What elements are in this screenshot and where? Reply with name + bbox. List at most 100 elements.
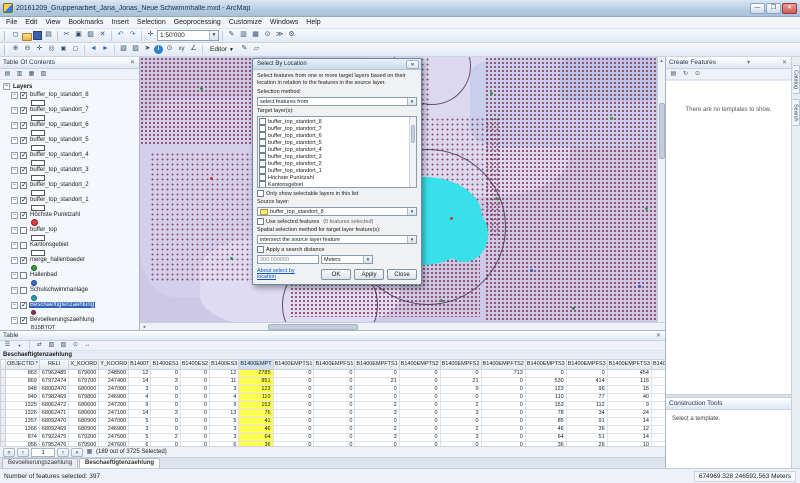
layer-symbol-swatch[interactable] [31, 205, 45, 211]
layer-visibility-checkbox[interactable] [20, 257, 27, 264]
cell[interactable]: 10 [607, 441, 651, 446]
cell[interactable]: 0 [180, 417, 209, 425]
cell[interactable]: 0 [651, 369, 665, 377]
cell[interactable]: 0 [399, 401, 440, 409]
cell[interactable]: 0 [314, 417, 355, 425]
toc-layer-item[interactable]: −Kantonsgebiet [3, 241, 139, 249]
toc-layer-item[interactable]: −buffer_top_standort_5 [3, 136, 139, 144]
previous-extent-icon[interactable]: ◄ [88, 44, 99, 55]
layer-visibility-checkbox[interactable] [20, 272, 27, 279]
toc-layer-item[interactable]: −Schulschwimmanlage [3, 286, 139, 294]
cell[interactable]: 1326 [6, 409, 40, 417]
cell[interactable]: 116 [607, 377, 651, 385]
cell[interactable]: 0 [355, 393, 399, 401]
cell[interactable]: 948 [6, 385, 40, 393]
cell[interactable]: 246900 [99, 393, 129, 401]
cell[interactable]: 3 [355, 433, 399, 441]
editor-toolbar-icon[interactable]: ✎ [226, 30, 237, 41]
expander-icon[interactable]: − [11, 242, 18, 249]
cell[interactable]: 153 [239, 401, 273, 409]
cell[interactable]: 0 [151, 417, 180, 425]
cell[interactable]: 0 [481, 417, 525, 425]
cell[interactable]: 0 [399, 409, 440, 417]
cell[interactable]: 0 [314, 401, 355, 409]
cell[interactable]: 0 [180, 401, 209, 409]
cell[interactable]: 2 [355, 401, 399, 409]
cell[interactable]: 0 [314, 441, 355, 446]
cell[interactable]: 679800 [69, 393, 99, 401]
cell[interactable]: 0 [180, 369, 209, 377]
cell[interactable]: 530 [525, 377, 566, 385]
cell[interactable]: 14 [607, 433, 651, 441]
pan-icon[interactable]: ✛ [34, 44, 45, 55]
target-layer-checkbox[interactable] [259, 174, 266, 181]
cell[interactable]: 713 [481, 369, 525, 377]
chevron-down-icon[interactable]: ▼ [15, 341, 24, 350]
target-layer-item[interactable]: buffer_top_standort_8 [259, 118, 409, 125]
layer-symbol-swatch[interactable] [31, 100, 45, 106]
cell[interactable]: 68092469 [39, 425, 68, 433]
next-record-icon[interactable]: › [57, 448, 69, 457]
cell[interactable]: 679600 [69, 369, 99, 377]
cell[interactable]: 454 [607, 369, 651, 377]
list-scrollbar[interactable] [409, 117, 416, 187]
cell[interactable]: 0 [481, 409, 525, 417]
toc-layer-item[interactable]: −Bevoelkerungszaehlung [3, 316, 139, 324]
cell[interactable]: 679200 [69, 433, 99, 441]
cell[interactable]: 1366 [6, 425, 40, 433]
column-header[interactable]: B1400EMPTS1 [273, 360, 314, 369]
table-tab-beschaeftigtenzaehlung[interactable]: Beschaeftigtenzaehlung [79, 458, 160, 468]
layer-symbol-swatch[interactable] [31, 115, 45, 121]
target-layer-item[interactable]: buffer_top_standort_5 [259, 139, 409, 146]
scrollbar-thumb[interactable] [659, 103, 665, 159]
model-builder-icon[interactable]: ⚙ [286, 30, 297, 41]
layer-symbol-swatch[interactable] [31, 295, 37, 301]
expander-icon[interactable]: − [11, 197, 18, 204]
cell[interactable]: 0 [180, 385, 209, 393]
cell[interactable]: 3 [355, 409, 399, 417]
cell[interactable]: 46 [239, 425, 273, 433]
close-button[interactable]: ✕ [782, 3, 797, 14]
docked-tab-catalog[interactable]: Catalog [793, 65, 800, 94]
layer-label[interactable]: buffer_top_standort_4 [29, 152, 90, 158]
docked-tab-search[interactable]: Search [793, 99, 800, 126]
layer-symbol-swatch[interactable] [31, 235, 45, 241]
cell[interactable]: 64 [525, 433, 566, 441]
cell[interactable]: 2 [440, 401, 481, 409]
toc-layer-item[interactable]: −buffer_top_standort_2 [3, 181, 139, 189]
expander-icon[interactable]: − [11, 227, 18, 234]
organize-templates-icon[interactable]: ▤ [669, 70, 678, 79]
target-layer-item[interactable]: buffer_top_standort_2 [259, 160, 409, 167]
cell[interactable]: 11 [210, 377, 239, 385]
layer-label[interactable]: buffer_top_standort_7 [29, 107, 90, 113]
cell[interactable]: 14 [607, 417, 651, 425]
cell[interactable]: 0 [481, 401, 525, 409]
target-layer-checkbox[interactable] [259, 146, 266, 153]
maximize-button[interactable]: ❐ [766, 3, 781, 14]
cell[interactable]: 0 [314, 369, 355, 377]
cell[interactable]: 6 [129, 441, 151, 446]
layer-label[interactable]: Höchste Punktzahl [29, 212, 81, 218]
cell[interactable]: 3 [151, 409, 180, 417]
cell[interactable]: 0 [180, 377, 209, 385]
column-header[interactable]: B1400VZAT [651, 360, 665, 369]
column-header[interactable]: B1400ES3 [210, 360, 239, 369]
expander-icon[interactable]: − [11, 92, 18, 99]
chevron-down-icon[interactable]: ▼ [407, 208, 416, 215]
cell[interactable]: 91 [566, 417, 607, 425]
list-by-visibility-icon[interactable]: ▦ [27, 70, 36, 79]
cell[interactable]: 0 [180, 433, 209, 441]
cell[interactable]: 1357 [6, 417, 40, 425]
cell[interactable]: 153 [525, 401, 566, 409]
cell[interactable]: 0 [273, 385, 314, 393]
menu-help[interactable]: Help [302, 17, 324, 29]
target-layer-checkbox[interactable] [259, 153, 266, 160]
list-by-drawing-order-icon[interactable]: ▤ [3, 70, 12, 79]
toc-layer-item[interactable]: −buffer_top_standort_8 [3, 91, 139, 99]
cell[interactable]: 68092470 [39, 417, 68, 425]
cell[interactable]: 4 [210, 393, 239, 401]
edit-tool-icon[interactable]: ✎ [239, 44, 250, 55]
search-window-icon[interactable]: ⊙ [262, 30, 273, 41]
column-header[interactable]: B1400EMPFS3 [566, 360, 607, 369]
cell[interactable]: 3 [151, 377, 180, 385]
